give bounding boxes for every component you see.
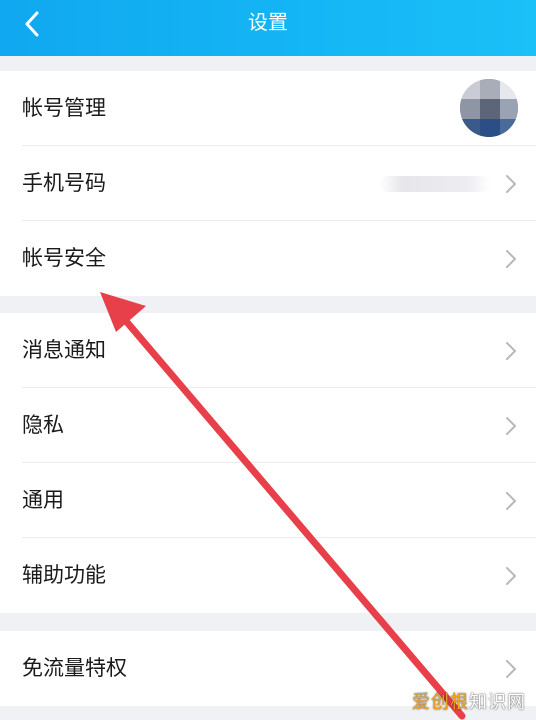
settings-item-account-management[interactable]: 帐号管理 [0, 71, 536, 146]
settings-item-label: 通用 [22, 488, 64, 512]
phone-number-redacted [380, 176, 490, 192]
settings-group-account: 帐号管理 手机号码 帐号安全 [0, 71, 536, 296]
chevron-right-icon [506, 660, 516, 678]
settings-item-label: 消息通知 [22, 338, 106, 362]
chevron-right-icon [506, 417, 516, 435]
settings-item-label: 帐号管理 [22, 96, 106, 120]
title-bar: 设置 [0, 0, 536, 56]
chevron-right-icon [506, 567, 516, 585]
settings-item-general[interactable]: 通用 [0, 463, 536, 538]
settings-item-label: 帐号安全 [22, 246, 106, 270]
settings-item-label: 隐私 [22, 413, 64, 437]
watermark: 爱创根知识网 [412, 688, 526, 714]
settings-item-privacy[interactable]: 隐私 [0, 388, 536, 463]
chevron-right-icon [506, 342, 516, 360]
settings-item-label: 手机号码 [22, 171, 106, 195]
settings-group-general: 消息通知 隐私 通用 辅助功能 [0, 313, 536, 613]
settings-item-phone-number[interactable]: 手机号码 [0, 146, 536, 221]
chevron-right-icon [506, 250, 516, 268]
page-title: 设置 [248, 10, 288, 34]
settings-item-account-security[interactable]: 帐号安全 [0, 221, 536, 296]
settings-item-notifications[interactable]: 消息通知 [0, 313, 536, 388]
chevron-right-icon [506, 175, 516, 193]
chevron-right-icon [506, 492, 516, 510]
avatar[interactable] [460, 79, 518, 137]
settings-item-label: 辅助功能 [22, 563, 106, 587]
watermark-brand: 爱创根 [412, 692, 469, 713]
settings-item-label: 免流量特权 [22, 656, 127, 680]
watermark-site: 知识网 [469, 692, 526, 713]
settings-item-accessibility[interactable]: 辅助功能 [0, 538, 536, 613]
